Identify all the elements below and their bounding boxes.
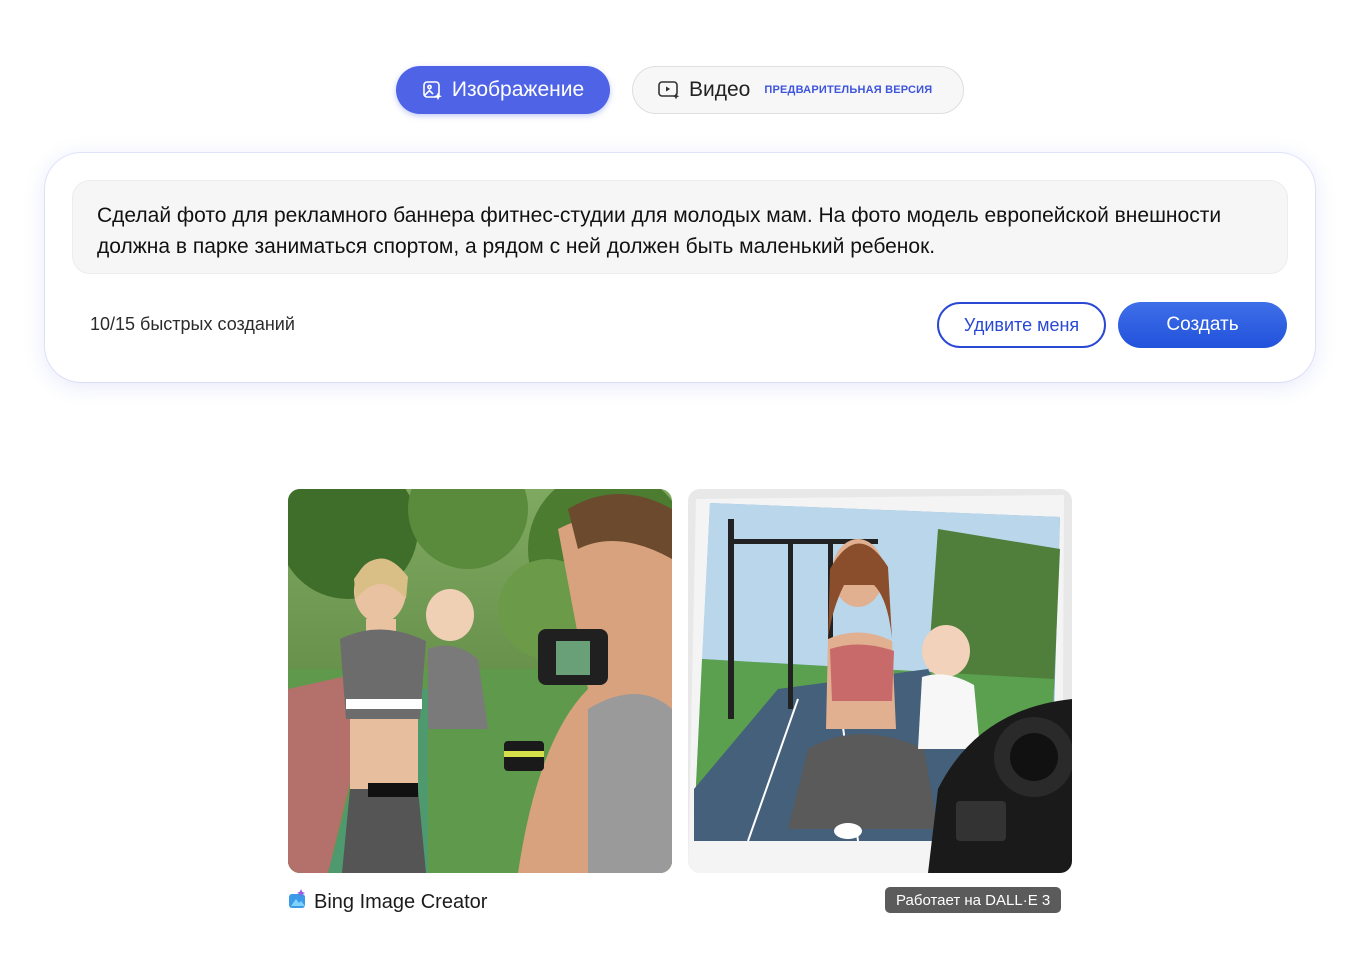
prompt-card: Сделай фото для рекламного баннера фитне… xyxy=(45,153,1315,382)
create-button[interactable]: Создать xyxy=(1118,302,1287,348)
quota-counter: 10/15 быстрых созданий xyxy=(90,314,295,334)
brand-name: Bing Image Creator xyxy=(314,890,488,913)
generated-image-1[interactable] xyxy=(288,489,672,873)
tab-image[interactable]: Изображение xyxy=(396,66,610,114)
tab-video[interactable]: Видео ПРЕДВАРИТЕЛЬНАЯ ВЕРСИЯ xyxy=(632,66,964,114)
tab-video-label: Видео xyxy=(689,78,751,101)
powered-by-badge: Работает на DALL·E 3 xyxy=(885,887,1062,913)
generated-image-2[interactable] xyxy=(688,489,1072,873)
bing-image-creator-brand[interactable]: Bing Image Creator xyxy=(288,888,487,916)
image-icon xyxy=(422,79,444,101)
surprise-me-button[interactable]: Удивите меня xyxy=(937,302,1106,348)
image-creator-icon xyxy=(288,888,308,916)
prompt-input[interactable]: Сделай фото для рекламного баннера фитне… xyxy=(72,180,1288,274)
preview-badge: ПРЕДВАРИТЕЛЬНАЯ ВЕРСИЯ xyxy=(764,84,933,96)
video-icon xyxy=(657,79,681,101)
tab-image-label: Изображение xyxy=(451,78,585,101)
mode-tabs: Изображение Видео ПРЕДВАРИТЕЛЬНАЯ ВЕРСИЯ xyxy=(0,66,1360,114)
